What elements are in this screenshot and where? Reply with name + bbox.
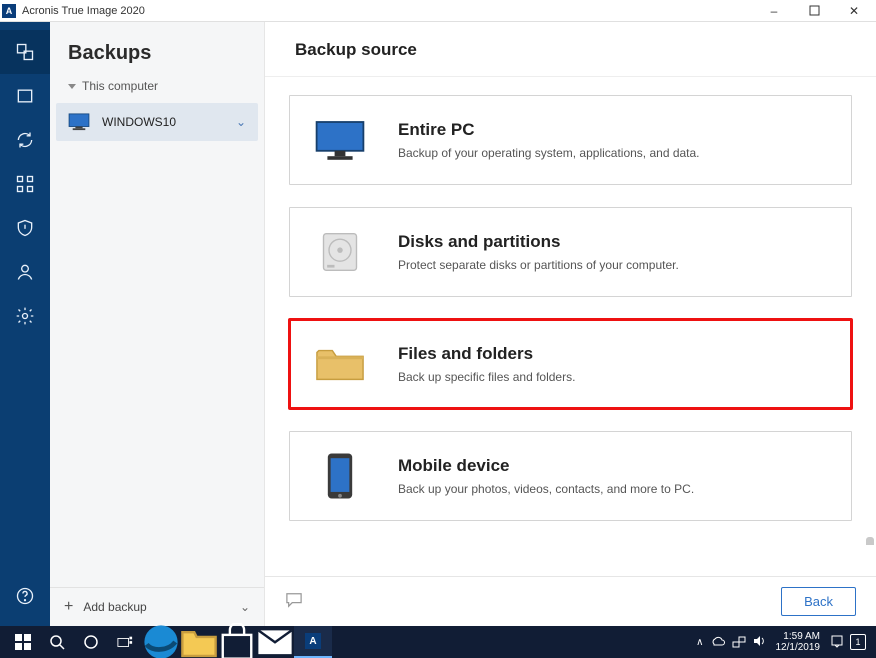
scrollbar[interactable] — [866, 537, 874, 545]
option-title: Mobile device — [398, 456, 694, 476]
back-button[interactable]: Back — [781, 587, 856, 616]
nav-backup[interactable] — [0, 30, 50, 74]
sidebar: Backups This computer WINDOWS10 ⌄ + Add … — [50, 22, 265, 626]
option-title: Entire PC — [398, 120, 700, 140]
window-title: Acronis True Image 2020 — [22, 5, 145, 17]
tray-time: 1:59 AM — [776, 631, 821, 642]
nav-help[interactable] — [0, 574, 50, 618]
taskbar-app-mail[interactable] — [256, 626, 294, 658]
monitor-icon — [68, 113, 90, 131]
option-title: Files and folders — [398, 344, 575, 364]
nav-archive[interactable] — [0, 74, 50, 118]
maximize-button[interactable] — [794, 1, 834, 21]
tray-clock[interactable]: 1:59 AM 12/1/2019 — [772, 631, 825, 653]
nav-protection[interactable] — [0, 206, 50, 250]
add-backup-label: Add backup — [83, 600, 146, 614]
sidebar-title: Backups — [50, 22, 264, 75]
sidebar-group-this-computer[interactable]: This computer — [50, 75, 264, 99]
main-panel: Backup source Entire PC Backup of your o… — [265, 22, 876, 626]
taskbar-app-explorer[interactable] — [180, 626, 218, 658]
option-mobile[interactable]: Mobile device Back up your photos, video… — [289, 431, 852, 521]
app-icon: A — [2, 4, 16, 18]
tray-badge[interactable]: 1 — [850, 634, 866, 650]
nav-tools[interactable] — [0, 162, 50, 206]
taskbar-app-store[interactable] — [218, 626, 256, 658]
mobile-icon — [310, 448, 370, 504]
taskbar-app-edge[interactable] — [142, 626, 180, 658]
collapse-icon — [68, 84, 76, 89]
close-button[interactable]: ✕ — [834, 1, 874, 21]
nav-settings[interactable] — [0, 294, 50, 338]
option-desc: Back up specific files and folders. — [398, 370, 575, 384]
taskbar-app-acronis[interactable]: A — [294, 626, 332, 658]
pc-icon — [310, 112, 370, 168]
tray-notifications-icon[interactable] — [830, 634, 844, 651]
option-desc: Protect separate disks or partitions of … — [398, 258, 679, 272]
comment-icon[interactable] — [285, 592, 303, 611]
nav-rail — [0, 22, 50, 626]
option-title: Disks and partitions — [398, 232, 679, 252]
chevron-down-icon: ⌄ — [236, 115, 246, 129]
task-view-button[interactable] — [108, 626, 142, 658]
nav-account[interactable] — [0, 250, 50, 294]
backup-source-options: Entire PC Backup of your operating syste… — [265, 77, 876, 545]
main-footer: Back — [265, 576, 876, 626]
sidebar-item-windows10[interactable]: WINDOWS10 ⌄ — [56, 103, 258, 141]
option-entire-pc[interactable]: Entire PC Backup of your operating syste… — [289, 95, 852, 185]
plus-icon: + — [64, 598, 73, 616]
tray-volume-icon[interactable] — [752, 634, 766, 651]
minimize-button[interactable]: – — [754, 1, 794, 21]
sidebar-item-label: WINDOWS10 — [102, 115, 176, 129]
option-files-folders[interactable]: Files and folders Back up specific files… — [289, 319, 852, 409]
disk-icon — [310, 224, 370, 280]
page-title: Backup source — [265, 22, 876, 77]
option-disks[interactable]: Disks and partitions Protect separate di… — [289, 207, 852, 297]
tray-onedrive-icon[interactable] — [710, 635, 726, 650]
windows-taskbar: A ∧ 1:59 AM 12/1/2019 1 — [0, 626, 876, 658]
chevron-down-icon: ⌄ — [240, 600, 250, 614]
option-desc: Back up your photos, videos, contacts, a… — [398, 482, 694, 496]
folder-icon — [310, 336, 370, 392]
start-button[interactable] — [6, 626, 40, 658]
window-titlebar: A Acronis True Image 2020 – ✕ — [0, 0, 876, 22]
sidebar-group-label: This computer — [82, 79, 158, 93]
nav-sync[interactable] — [0, 118, 50, 162]
tray-date: 12/1/2019 — [776, 642, 821, 653]
cortana-button[interactable] — [74, 626, 108, 658]
search-button[interactable] — [40, 626, 74, 658]
add-backup-button[interactable]: + Add backup ⌄ — [50, 587, 264, 626]
option-desc: Backup of your operating system, applica… — [398, 146, 700, 160]
tray-chevron-icon[interactable]: ∧ — [696, 637, 703, 648]
tray-network-icon[interactable] — [732, 634, 746, 651]
